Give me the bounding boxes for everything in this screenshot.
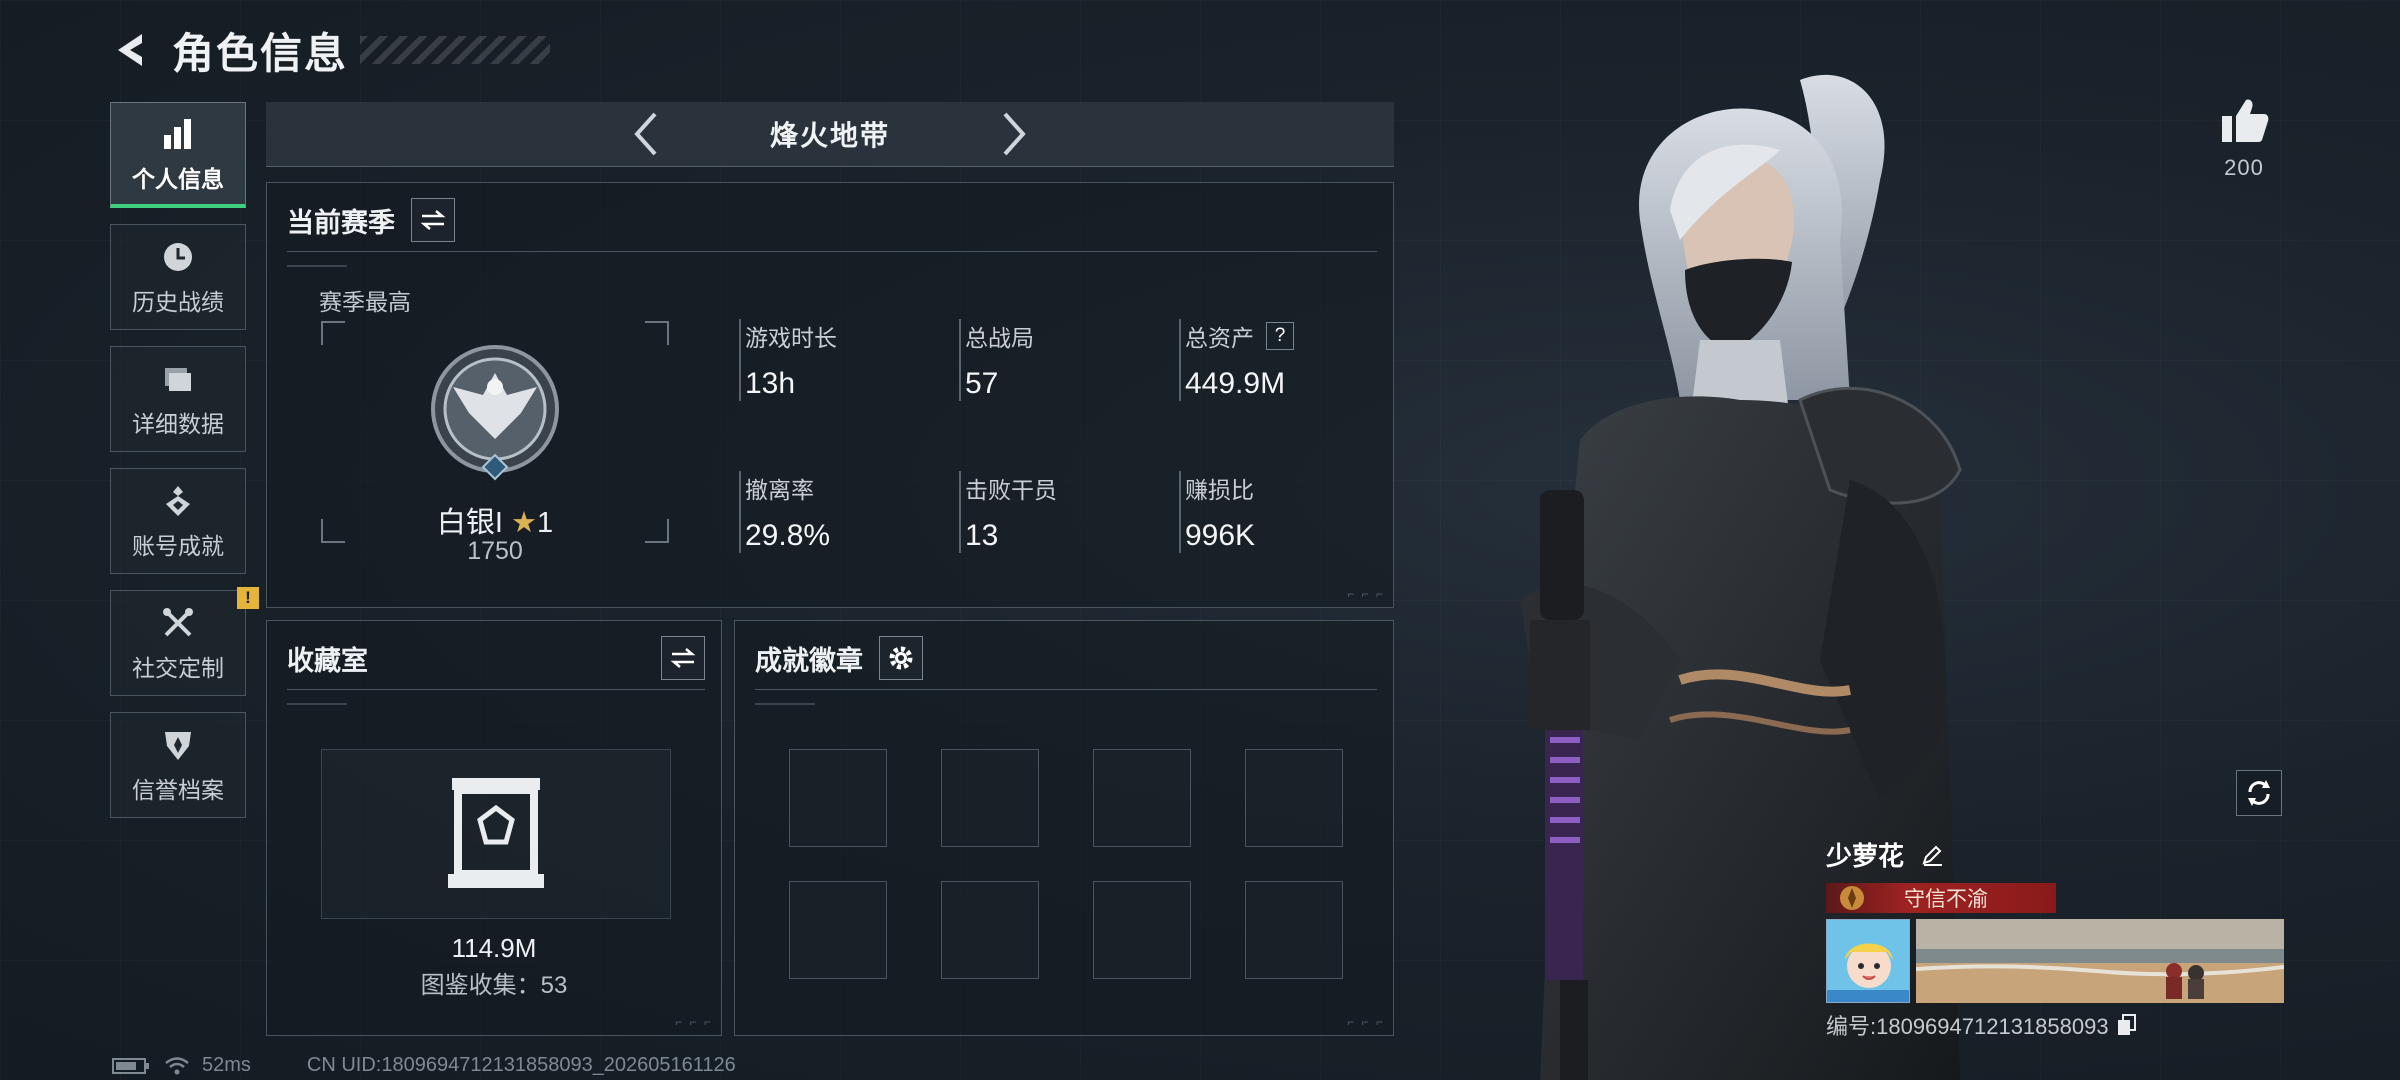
silver-rank-emblem-icon xyxy=(431,345,559,481)
wifi-icon xyxy=(164,1055,192,1077)
swap-icon xyxy=(420,210,446,230)
badge-slot[interactable] xyxy=(941,749,1039,847)
page-title: 角色信息 xyxy=(172,29,349,77)
footer-uid: CN UID:1809694712131858093_202605161126 xyxy=(306,1054,736,1076)
stat-operators-defeated: 击败干员 13 xyxy=(959,471,1057,553)
notification-badge: ! xyxy=(237,587,259,609)
player-uid-line: 编号:1809694712131858093 xyxy=(1826,1009,2286,1041)
pencil-edit-icon[interactable] xyxy=(1918,841,1946,869)
badges-title: 成就徽章 xyxy=(755,645,863,676)
copy-icon[interactable] xyxy=(2115,1013,2139,1037)
collection-switch-button[interactable] xyxy=(661,636,705,680)
rank-name-line: 白银I ★1 xyxy=(321,499,669,541)
profile-banner[interactable] xyxy=(1916,919,2284,1003)
sidebar-item-history[interactable]: 历史战绩 xyxy=(110,224,246,330)
page-header: 角色信息 xyxy=(110,20,551,80)
thumbs-up-icon xyxy=(2222,99,2269,142)
tools-icon xyxy=(158,603,198,643)
chevron-left-icon[interactable] xyxy=(626,109,666,159)
badges-panel-header: 成就徽章 xyxy=(755,635,1377,681)
display-case-icon xyxy=(448,778,544,888)
rank-stars: 1 xyxy=(536,507,554,539)
collection-preview xyxy=(321,749,671,919)
sidebar-item-label: 信誉档案 xyxy=(132,777,224,803)
sidebar-item-detailed-data[interactable]: 详细数据 xyxy=(110,346,246,452)
likes-display[interactable]: 200 xyxy=(2196,96,2292,181)
season-switch-button[interactable] xyxy=(411,198,455,242)
season-panel-header: 当前赛季 xyxy=(287,197,1377,243)
badge-slot[interactable] xyxy=(1245,749,1343,847)
honor-title: 守信不渝 xyxy=(1826,883,2056,913)
collection-panel-header: 收藏室 xyxy=(287,635,705,681)
achievement-medal-icon xyxy=(158,481,198,521)
help-icon[interactable]: ? xyxy=(1266,322,1294,350)
badge-slot[interactable] xyxy=(789,749,887,847)
sidebar-item-label: 历史战绩 xyxy=(132,289,224,315)
collection-count: 图鉴收集：53 xyxy=(420,972,568,999)
collection-panel[interactable]: 收藏室 114.9M 图鉴收集：53 ⌐ ⌐ ⌐ xyxy=(266,620,722,1036)
collection-title: 收藏室 xyxy=(287,645,368,676)
title-decoration xyxy=(360,36,551,64)
divider xyxy=(287,689,705,705)
history-clock-icon xyxy=(158,237,198,277)
rank-display: 白银I ★1 1750 xyxy=(321,321,669,565)
stat-total-assets: 总资产? 449.9M xyxy=(1179,319,1294,401)
refresh-button[interactable] xyxy=(2236,770,2282,816)
gear-icon xyxy=(889,646,913,670)
corner-decoration: ⌐ ⌐ ⌐ xyxy=(675,1015,713,1029)
refresh-icon xyxy=(2248,780,2270,806)
sidebar-item-label: 详细数据 xyxy=(132,411,224,437)
sidebar-item-achievements[interactable]: 账号成就 xyxy=(110,468,246,574)
player-profile: 少萝花 守信不渝 编号:1809694712131858093 xyxy=(1826,836,2286,1041)
honor-emblem-icon xyxy=(1840,886,1864,910)
swap-icon xyxy=(670,648,696,668)
chevron-right-icon[interactable] xyxy=(994,109,1034,159)
player-name: 少萝花 xyxy=(1826,841,1905,871)
divider xyxy=(755,689,1377,705)
stat-total-matches: 总战局 57 xyxy=(959,319,1034,401)
sidebar-item-social-custom[interactable]: 社交定制 ! xyxy=(110,587,259,696)
divider xyxy=(287,251,1377,267)
player-uid: 编号:1809694712131858093 xyxy=(1826,1014,2109,1039)
sidebar-nav: 个人信息 历史战绩 详细数据 账号成就 社交定制 ! 信誉档案 xyxy=(110,102,259,834)
profile-cards xyxy=(1826,919,2286,1003)
mode-title: 烽火地带 xyxy=(769,120,890,151)
back-arrow-icon[interactable] xyxy=(110,28,154,72)
network-ping: 52ms xyxy=(202,1054,251,1076)
badge-slot[interactable] xyxy=(789,881,887,979)
mode-selector: 烽火地带 xyxy=(266,102,1394,167)
avatar[interactable] xyxy=(1826,919,1910,1003)
sidebar-item-label: 个人信息 xyxy=(132,165,224,192)
likes-count: 200 xyxy=(2224,155,2264,180)
rank-name: 白银I xyxy=(436,507,503,539)
stat-play-time: 游戏时长 13h xyxy=(739,319,837,401)
season-panel: 当前赛季 赛季最高 白银I ★1 1750 游戏时长 13h 总战局 57 总资… xyxy=(266,182,1394,608)
bar-chart-icon xyxy=(158,114,198,154)
honor-text: 守信不渝 xyxy=(1904,888,1988,911)
star-icon: ★ xyxy=(510,507,537,539)
badge-slot[interactable] xyxy=(1093,749,1191,847)
collection-value: 114.9M xyxy=(451,933,537,963)
achievement-badges-panel: 成就徽章 ⌐ ⌐ ⌐ xyxy=(734,620,1394,1036)
stat-profit-loss: 赚损比 996K xyxy=(1179,471,1255,553)
credit-shield-icon xyxy=(158,725,198,765)
player-name-line: 少萝花 xyxy=(1826,836,2286,873)
badges-settings-button[interactable] xyxy=(879,636,923,680)
sidebar-item-personal-info[interactable]: 个人信息 xyxy=(110,102,246,208)
rank-score: 1750 xyxy=(467,537,523,565)
sidebar-item-credit-record[interactable]: 信誉档案 xyxy=(110,712,246,818)
folder-icon xyxy=(158,359,198,399)
badge-slot[interactable] xyxy=(1093,881,1191,979)
battery-icon xyxy=(112,1057,152,1075)
season-best-label: 赛季最高 xyxy=(319,289,411,315)
sidebar-item-label: 账号成就 xyxy=(132,533,224,559)
status-footer: 52ms CN UID:1809694712131858093_20260516… xyxy=(112,1054,736,1077)
sidebar-item-label: 社交定制 xyxy=(132,655,224,681)
badge-slot[interactable] xyxy=(1245,881,1343,979)
season-title: 当前赛季 xyxy=(287,207,395,238)
badge-slot[interactable] xyxy=(941,881,1039,979)
stat-extraction-rate: 撤离率 29.8% xyxy=(739,471,830,553)
